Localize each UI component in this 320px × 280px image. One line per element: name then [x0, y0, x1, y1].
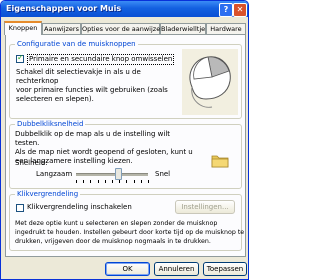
title-bar[interactable]: Eigenschappen voor Muis ? ✕ — [1, 1, 248, 17]
slider-tick — [83, 180, 85, 183]
ok-button[interactable]: OK — [105, 262, 150, 276]
click-lock-label[interactable]: Klikvergrendeling inschakelen — [27, 203, 132, 212]
tab-strip: Knoppen Aanwijzers Opties voor de aanwij… — [4, 21, 248, 35]
click-lock-group: Klikvergrendeling Klikvergrendeling insc… — [9, 190, 245, 251]
speed-label: Snelheid: — [15, 159, 48, 167]
mouse-icon — [182, 49, 238, 115]
mouse-properties-dialog: Eigenschappen voor Muis ? ✕ Knoppen Aanw… — [0, 0, 249, 280]
swap-buttons-checkbox[interactable] — [16, 53, 24, 63]
slider-tick — [126, 180, 128, 183]
click-lock-checkbox[interactable] — [16, 204, 24, 212]
tab-aanwijzer-opties[interactable]: Opties voor de aanwijzer — [81, 23, 163, 34]
slider-tick — [76, 180, 77, 183]
slider-tick — [90, 180, 92, 183]
tab-hardware[interactable]: Hardware — [206, 23, 246, 34]
speed-slider-track[interactable] — [76, 173, 148, 176]
click-lock-description: Met deze optie kunt u selecteren en slep… — [15, 220, 245, 245]
cancel-button[interactable]: Annuleren — [154, 262, 199, 276]
close-button[interactable]: ✕ — [233, 3, 247, 17]
help-button[interactable]: ? — [219, 3, 233, 17]
slider-tick — [97, 180, 99, 183]
slider-tick — [133, 180, 135, 183]
click-lock-legend: Klikvergrendeling — [15, 190, 81, 198]
window-title: Eigenschappen voor Muis — [6, 4, 122, 13]
swap-buttons-label[interactable]: Primaire en secundaire knop omwisselen — [27, 54, 175, 65]
swap-buttons-description: Schakel dit selectievakje in als u de re… — [16, 68, 168, 103]
slider-tick — [148, 180, 149, 183]
slow-label: Langzaam — [36, 170, 73, 178]
button-config-group: Configuratie van de muisknoppen Primaire… — [9, 40, 242, 119]
slider-tick — [104, 180, 106, 183]
fast-label: Snel — [155, 170, 171, 178]
tab-panel-knoppen: Configuratie van de muisknoppen Primaire… — [5, 34, 246, 257]
slider-tick — [112, 180, 113, 183]
button-config-legend: Configuratie van de muisknoppen — [15, 40, 138, 48]
tab-bladerwiel[interactable]: Bladerwielltje — [160, 23, 206, 34]
tab-aanwijzers[interactable]: Aanwijzers — [42, 23, 81, 34]
tab-knoppen[interactable]: Knoppen — [4, 21, 42, 35]
test-folder-icon[interactable] — [211, 153, 229, 168]
double-click-group: Dubbelkliksnelheid Dubbelklik op de map … — [9, 120, 242, 189]
double-click-legend: Dubbelkliksnelheid — [15, 120, 86, 128]
click-lock-settings-button[interactable]: Instellingen... — [175, 200, 235, 214]
speed-slider-thumb[interactable] — [114, 168, 122, 180]
slider-tick — [140, 180, 142, 183]
apply-button[interactable]: Toepassen — [203, 262, 247, 276]
slider-tick — [119, 180, 121, 183]
